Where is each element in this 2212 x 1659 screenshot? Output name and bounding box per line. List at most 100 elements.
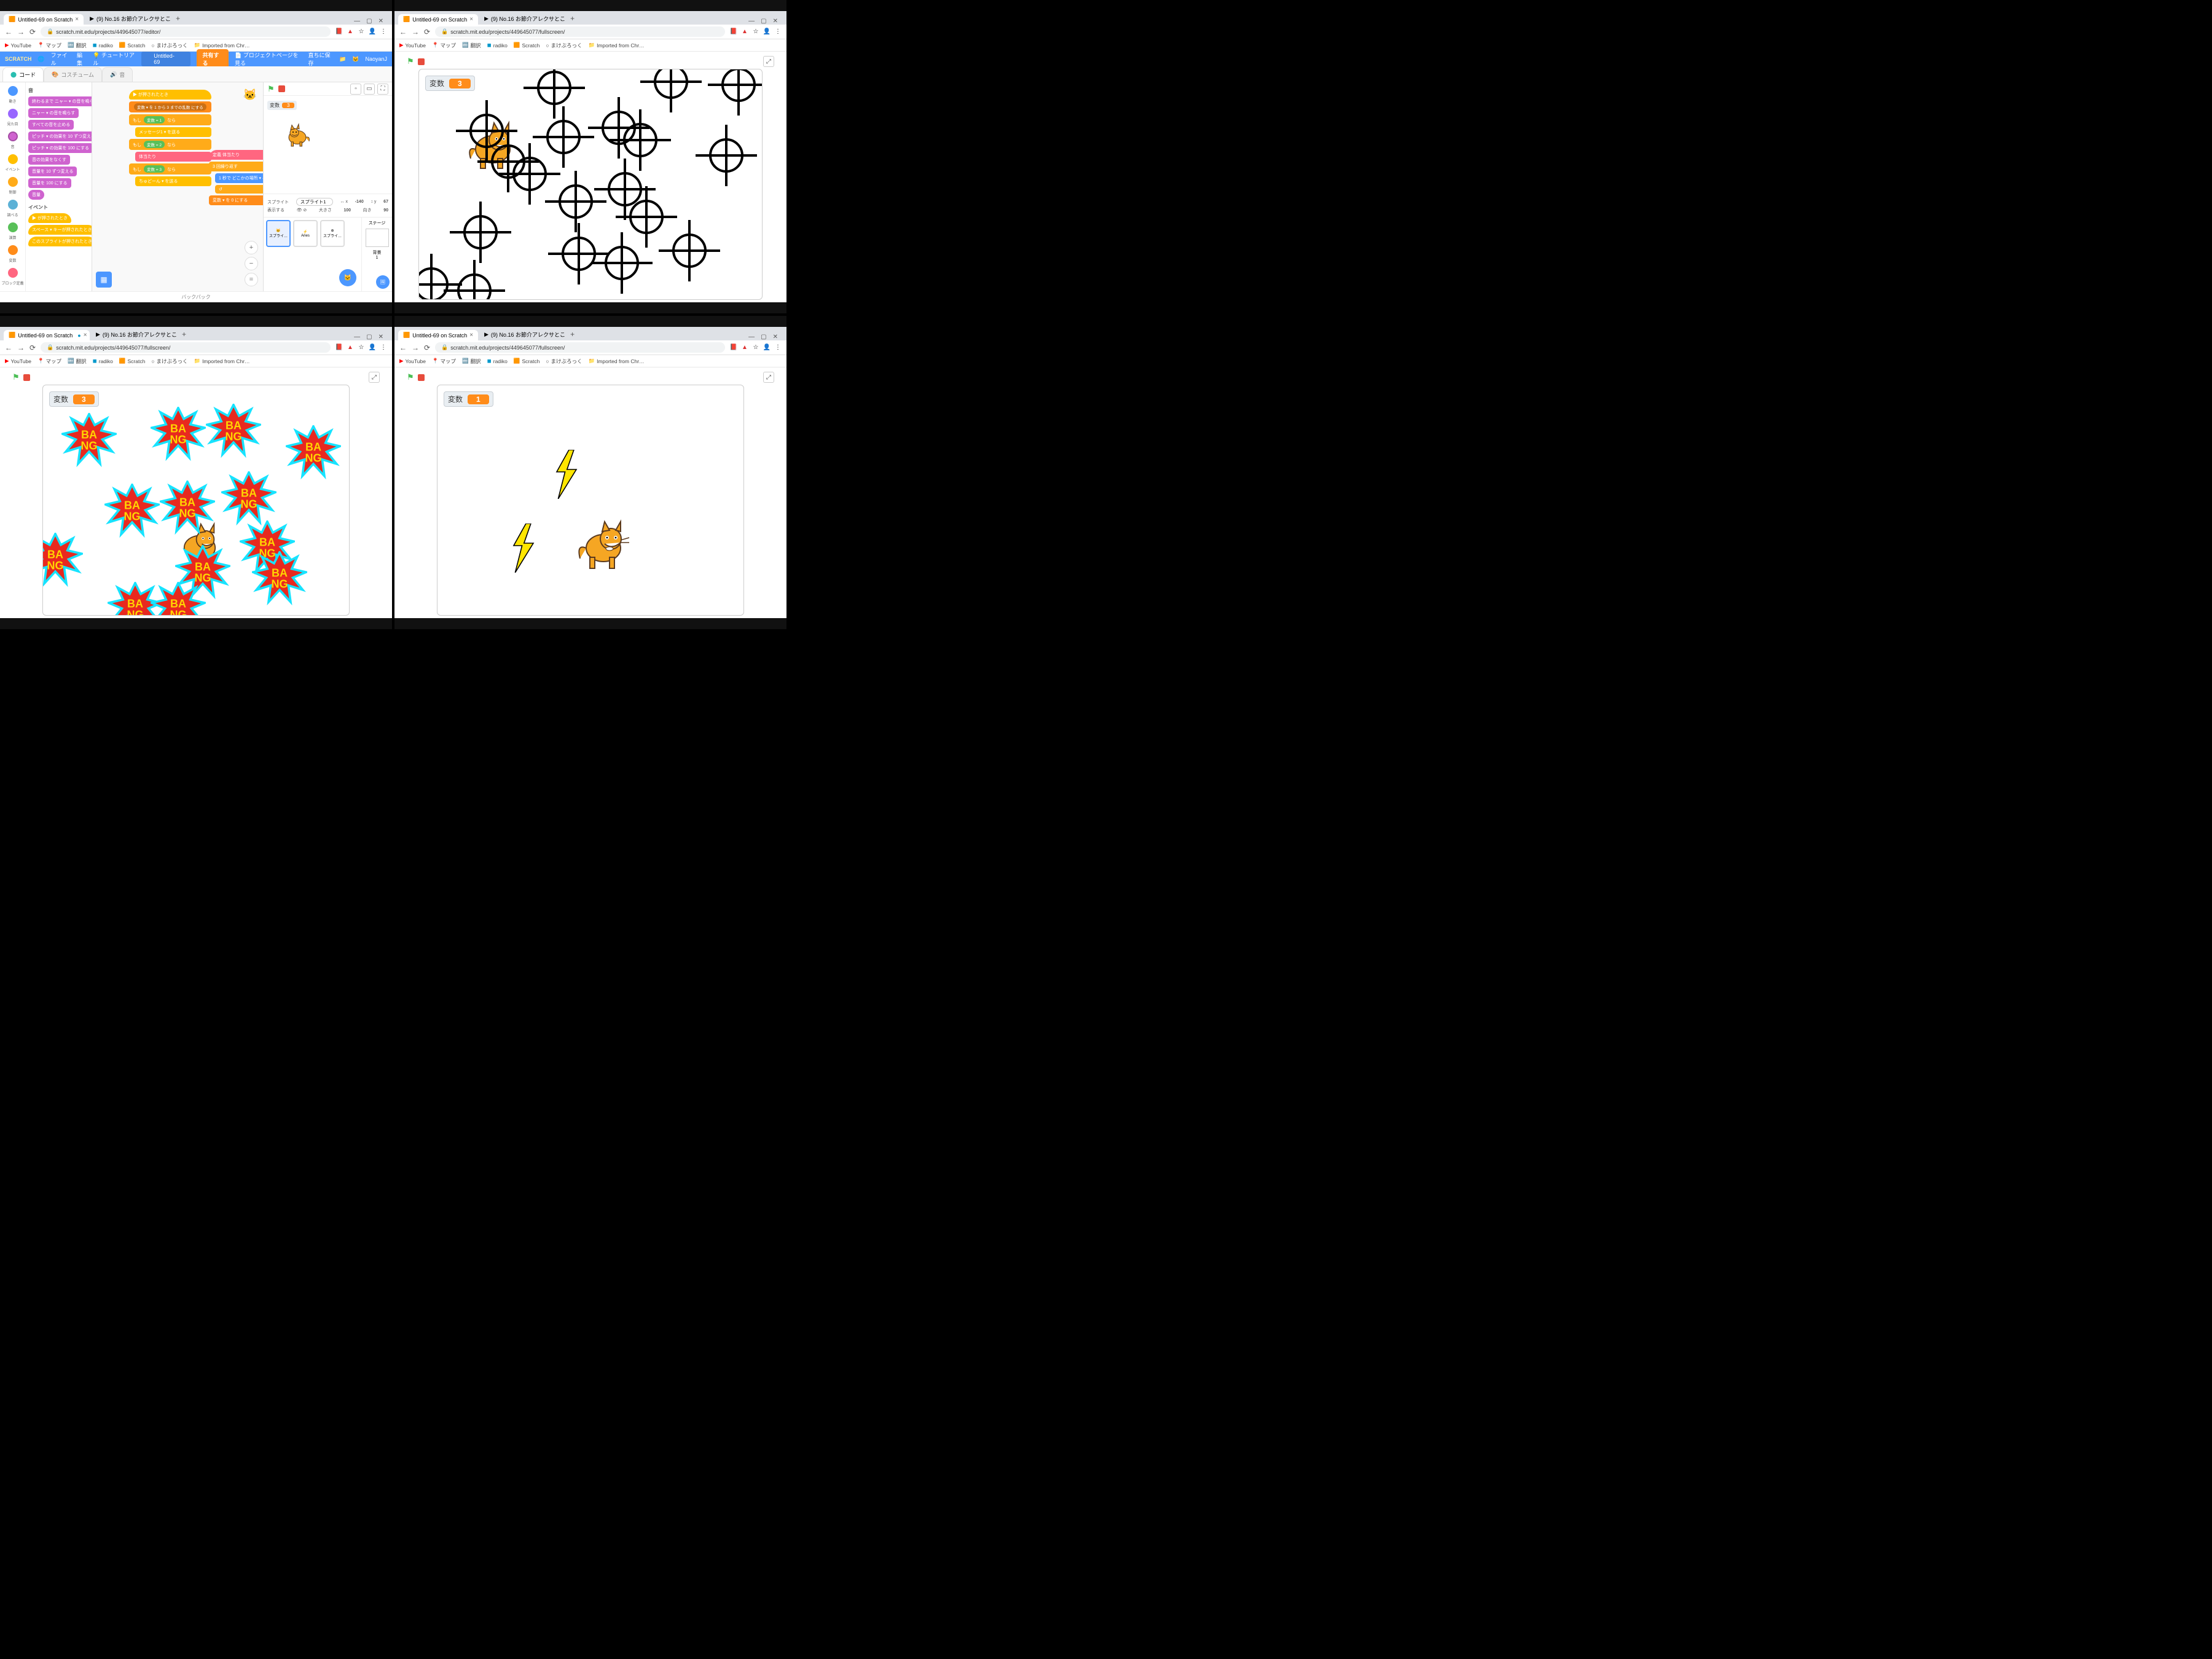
maximize-icon[interactable]: ▢ bbox=[366, 334, 372, 340]
cat-events[interactable] bbox=[8, 154, 18, 164]
bookmark-youtube[interactable]: ▶YouTube bbox=[399, 42, 426, 49]
forward-button[interactable]: → bbox=[17, 343, 25, 352]
back-button[interactable]: ← bbox=[399, 343, 407, 352]
profile-icon[interactable]: 👤 bbox=[369, 28, 376, 36]
tab-scratch[interactable]: 🟧 Untitled-69 on Scratch●× bbox=[4, 330, 90, 340]
bookmark-translate[interactable]: 🔤翻訳 bbox=[68, 358, 87, 365]
bookmark-scratch[interactable]: 🟧Scratch bbox=[514, 42, 539, 49]
minimize-icon[interactable]: — bbox=[748, 18, 755, 25]
address-bar[interactable]: 🔒scratch.mit.edu/projects/449645077/full… bbox=[41, 342, 331, 353]
block-when-flag[interactable]: ▶ が押されたとき bbox=[28, 213, 71, 223]
close-icon[interactable]: ✕ bbox=[378, 334, 383, 340]
stage-fullscreen[interactable]: 変数3 bbox=[418, 69, 763, 300]
bookmark-maps[interactable]: 📍マップ bbox=[432, 358, 456, 365]
green-flag-button[interactable]: ⚑ bbox=[407, 372, 414, 382]
profile-icon[interactable]: 👤 bbox=[369, 344, 376, 351]
file-menu[interactable]: ファイル bbox=[51, 51, 71, 67]
extension-icon[interactable]: 📕 bbox=[730, 344, 737, 351]
favorite-icon[interactable]: ☆ bbox=[358, 28, 365, 36]
exit-fullscreen-button[interactable]: ⤢ bbox=[763, 372, 774, 383]
bookmark-maps[interactable]: 📍マップ bbox=[432, 42, 456, 49]
forward-button[interactable]: → bbox=[412, 28, 419, 36]
stage-fullscreen[interactable]: 変数3 BANG BANG BANG BANG BANG BANG BANG B… bbox=[42, 385, 350, 616]
fullscreen-button[interactable]: ⛶ bbox=[377, 84, 388, 95]
close-icon[interactable]: × bbox=[469, 332, 473, 339]
back-button[interactable]: ← bbox=[5, 343, 12, 352]
bookmark-radiko[interactable]: ◼radiko bbox=[93, 358, 113, 364]
bookmark-maps[interactable]: 📍マップ bbox=[37, 358, 61, 365]
cat-variables[interactable] bbox=[8, 245, 18, 255]
menu-icon[interactable]: ⋮ bbox=[380, 344, 387, 351]
block-stop-all[interactable]: すべての音を止める bbox=[28, 120, 74, 130]
back-button[interactable]: ← bbox=[399, 28, 407, 36]
cat-operators[interactable] bbox=[8, 222, 18, 232]
bookmark-makeblock[interactable]: ○まけぶろっく bbox=[151, 42, 187, 49]
address-bar[interactable]: 🔒scratch.mit.edu/projects/449645077/full… bbox=[435, 342, 725, 353]
profile-icon[interactable]: 👤 bbox=[763, 344, 771, 351]
project-name-input[interactable]: Untitled-69 bbox=[141, 52, 190, 66]
extension-icon[interactable]: ▲ bbox=[347, 28, 354, 36]
tab-youtube[interactable]: ▶ (9) No.16 お節介アレクサとことわざク…× bbox=[479, 13, 565, 25]
exit-fullscreen-button[interactable]: ⤢ bbox=[763, 56, 774, 67]
favorite-icon[interactable]: ☆ bbox=[752, 28, 759, 36]
bookmark-maps[interactable]: 📍マップ bbox=[37, 42, 61, 49]
cat-motion[interactable] bbox=[8, 86, 18, 96]
bookmark-youtube[interactable]: ▶YouTube bbox=[399, 358, 426, 364]
favorite-icon[interactable]: ☆ bbox=[752, 344, 759, 351]
user-avatar[interactable]: 🐱 bbox=[352, 56, 359, 63]
green-flag-button[interactable]: ⚑ bbox=[407, 57, 414, 66]
add-sprite-button[interactable]: 🐱 bbox=[339, 269, 356, 286]
sprite-thumb-1[interactable]: 🐱スプライ… bbox=[266, 220, 291, 247]
add-backdrop-button[interactable]: 🖼 bbox=[376, 275, 390, 289]
script-stack-main[interactable]: ▶ が押されたとき 変数 ▾ を 1 から 3 までの乱数 にする もし 変数 … bbox=[129, 90, 211, 188]
bookmark-imported[interactable]: 📁Imported from Chr… bbox=[588, 42, 644, 49]
block-pitch-change[interactable]: ピッチ ▾ の効果を 10 ずつ変える bbox=[28, 131, 92, 141]
stop-button[interactable] bbox=[418, 58, 425, 65]
bookmark-scratch[interactable]: 🟧Scratch bbox=[119, 358, 145, 364]
bookmark-makeblock[interactable]: ○まけぶろっく bbox=[151, 358, 187, 365]
block-pitch-set[interactable]: ピッチ ▾ の効果を 100 にする bbox=[28, 143, 92, 153]
bookmark-radiko[interactable]: ◼radiko bbox=[93, 42, 113, 49]
stage-thumb[interactable] bbox=[366, 229, 389, 247]
menu-icon[interactable]: ⋮ bbox=[774, 28, 782, 36]
forward-button[interactable]: → bbox=[17, 28, 25, 36]
bookmark-makeblock[interactable]: ○まけぶろっく bbox=[546, 358, 582, 365]
extension-icon[interactable]: ▲ bbox=[741, 28, 748, 36]
minimize-icon[interactable]: — bbox=[748, 334, 755, 340]
bookmark-youtube[interactable]: ▶YouTube bbox=[5, 358, 31, 364]
address-bar[interactable]: 🔒scratch.mit.edu/projects/449645077/full… bbox=[435, 26, 725, 37]
tab-code[interactable]: ⬤コード bbox=[2, 67, 44, 82]
new-tab-button[interactable]: + bbox=[567, 12, 578, 25]
folder-icon[interactable]: 📁 bbox=[339, 56, 346, 63]
variable-monitor[interactable]: 変数3 bbox=[425, 76, 475, 91]
minimize-icon[interactable]: — bbox=[354, 334, 360, 340]
exit-fullscreen-button[interactable]: ⤢ bbox=[369, 372, 380, 383]
stage-small-button[interactable]: ▫ bbox=[350, 84, 361, 95]
stop-button[interactable] bbox=[23, 374, 30, 381]
bookmark-translate[interactable]: 🔤翻訳 bbox=[462, 42, 481, 49]
block-when-key[interactable]: スペース ▾ キーが押されたとき bbox=[28, 225, 92, 235]
zoom-in-button[interactable]: + bbox=[245, 241, 258, 254]
reload-button[interactable]: ⟳ bbox=[29, 28, 36, 36]
cat-looks[interactable] bbox=[8, 109, 18, 119]
maximize-icon[interactable]: ▢ bbox=[761, 18, 766, 25]
extension-icon[interactable]: ▲ bbox=[741, 344, 748, 351]
extension-icon[interactable]: 📕 bbox=[730, 28, 737, 36]
green-flag-button[interactable]: ⚑ bbox=[12, 372, 20, 382]
edit-menu[interactable]: 編集 bbox=[77, 51, 87, 67]
backpack[interactable]: バックパック bbox=[0, 291, 392, 302]
script-workspace[interactable]: 🐱 ▶ が押されたとき 変数 ▾ を 1 から 3 までの乱数 にする もし 変… bbox=[92, 82, 263, 291]
favorite-icon[interactable]: ☆ bbox=[358, 344, 365, 351]
bookmark-radiko[interactable]: ◼radiko bbox=[487, 42, 508, 49]
add-extension-button[interactable]: ▦ bbox=[96, 272, 112, 288]
scratch-logo[interactable]: SCRATCH bbox=[5, 56, 31, 62]
bookmark-translate[interactable]: 🔤翻訳 bbox=[68, 42, 87, 49]
tab-scratch[interactable]: 🟧 Untitled-69 on Scratch× bbox=[4, 14, 84, 25]
block-clear-fx[interactable]: 音の効果をなくす bbox=[28, 155, 70, 165]
bookmark-imported[interactable]: 📁Imported from Chr… bbox=[588, 358, 644, 364]
maximize-icon[interactable]: ▢ bbox=[366, 18, 372, 25]
language-button[interactable]: 🌐 bbox=[37, 56, 44, 63]
green-flag-button[interactable]: ⚑ bbox=[267, 84, 275, 94]
cat-sound[interactable] bbox=[8, 131, 18, 141]
cat-myblocks[interactable] bbox=[8, 268, 18, 278]
